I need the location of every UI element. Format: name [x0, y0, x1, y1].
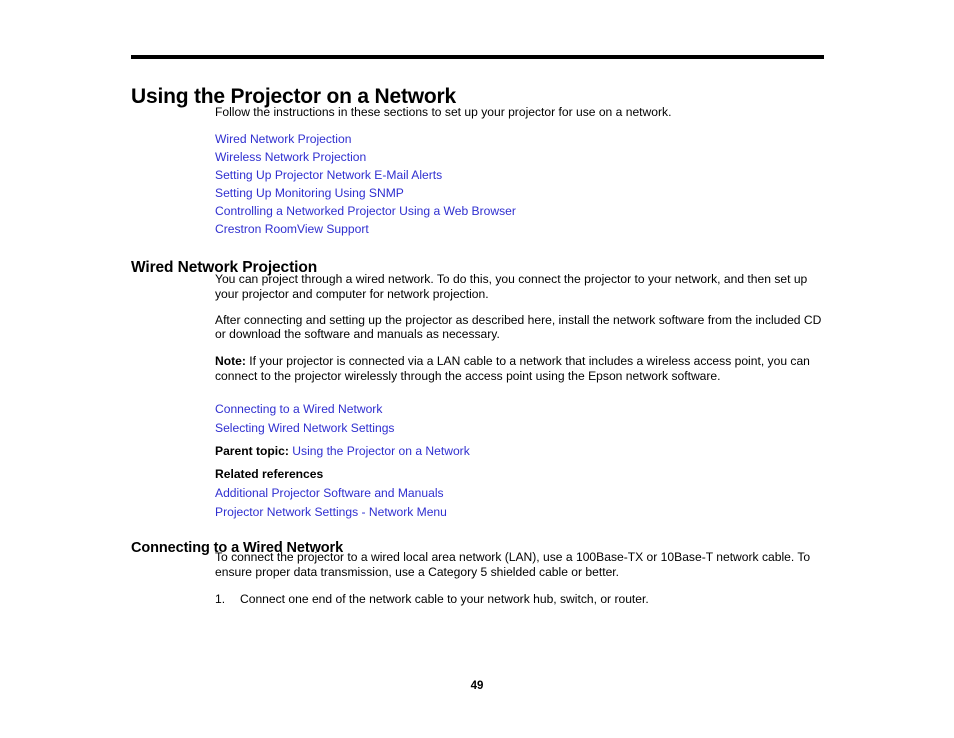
- toc-link-wired-network-projection[interactable]: Wired Network Projection: [215, 132, 351, 146]
- wired-section-body: You can project through a wired network.…: [215, 272, 823, 342]
- list-item: Connecting to a Wired Network: [215, 400, 823, 419]
- list-item: Projector Network Settings - Network Men…: [215, 503, 823, 522]
- list-item: Crestron RoomView Support: [215, 220, 823, 238]
- list-item: Wireless Network Projection: [215, 148, 823, 166]
- connecting-paragraph-1: To connect the projector to a wired loca…: [215, 550, 811, 579]
- note-text: If your projector is connected via a LAN…: [215, 354, 810, 383]
- note-label: Note:: [215, 354, 246, 368]
- toc-link-crestron-roomview[interactable]: Crestron RoomView Support: [215, 222, 369, 236]
- note-paragraph: Note: If your projector is connected via…: [215, 354, 823, 384]
- sublink-connecting-to-a-wired-network[interactable]: Connecting to a Wired Network: [215, 402, 382, 416]
- chapter-intro-block: Follow the instructions in these section…: [215, 105, 823, 238]
- list-item: Wired Network Projection: [215, 130, 823, 148]
- step-number: 1.: [215, 591, 226, 606]
- document-page: Using the Projector on a Network Follow …: [0, 0, 954, 738]
- related-link-network-settings-menu[interactable]: Projector Network Settings - Network Men…: [215, 505, 447, 519]
- list-item: Additional Projector Software and Manual…: [215, 484, 823, 503]
- connecting-section-body: To connect the projector to a wired loca…: [215, 550, 823, 607]
- wired-paragraph-1: You can project through a wired network.…: [215, 272, 808, 301]
- parent-topic-label: Parent topic:: [215, 444, 289, 458]
- wired-sublink-list: Connecting to a Wired Network Selecting …: [215, 400, 823, 438]
- list-item: Setting Up Monitoring Using SNMP: [215, 184, 823, 202]
- toc-link-email-alerts[interactable]: Setting Up Projector Network E-Mail Aler…: [215, 168, 442, 182]
- connecting-steps-list: 1. Connect one end of the network cable t…: [215, 592, 823, 607]
- intro-paragraph: Follow the instructions in these section…: [215, 105, 672, 119]
- sublink-selecting-wired-network-settings[interactable]: Selecting Wired Network Settings: [215, 421, 394, 435]
- list-item: Setting Up Projector Network E-Mail Aler…: [215, 166, 823, 184]
- chapter-title-rule: [131, 55, 824, 59]
- list-item: 1. Connect one end of the network cable t…: [215, 592, 823, 607]
- list-item: Selecting Wired Network Settings: [215, 419, 823, 438]
- toc-link-web-browser-control[interactable]: Controlling a Networked Projector Using …: [215, 204, 516, 218]
- parent-topic-row: Parent topic: Using the Projector on a N…: [215, 442, 823, 461]
- wired-paragraph-2: After connecting and setting up the proj…: [215, 312, 822, 342]
- related-references-list: Additional Projector Software and Manual…: [215, 484, 823, 522]
- wired-note-block: Note: If your projector is connected via…: [215, 354, 823, 384]
- related-link-additional-software-manuals[interactable]: Additional Projector Software and Manual…: [215, 486, 444, 500]
- wired-section-links: Connecting to a Wired Network Selecting …: [215, 400, 823, 522]
- related-references-heading: Related references: [215, 467, 324, 481]
- toc-link-snmp-monitoring[interactable]: Setting Up Monitoring Using SNMP: [215, 186, 404, 200]
- toc-link-wireless-network-projection[interactable]: Wireless Network Projection: [215, 150, 366, 164]
- step-text: Connect one end of the network cable to …: [240, 591, 649, 606]
- list-item: Controlling a Networked Projector Using …: [215, 202, 823, 220]
- chapter-toc-list: Wired Network Projection Wireless Networ…: [215, 130, 823, 238]
- parent-topic-link[interactable]: Using the Projector on a Network: [292, 444, 469, 458]
- page-number: 49: [470, 680, 484, 692]
